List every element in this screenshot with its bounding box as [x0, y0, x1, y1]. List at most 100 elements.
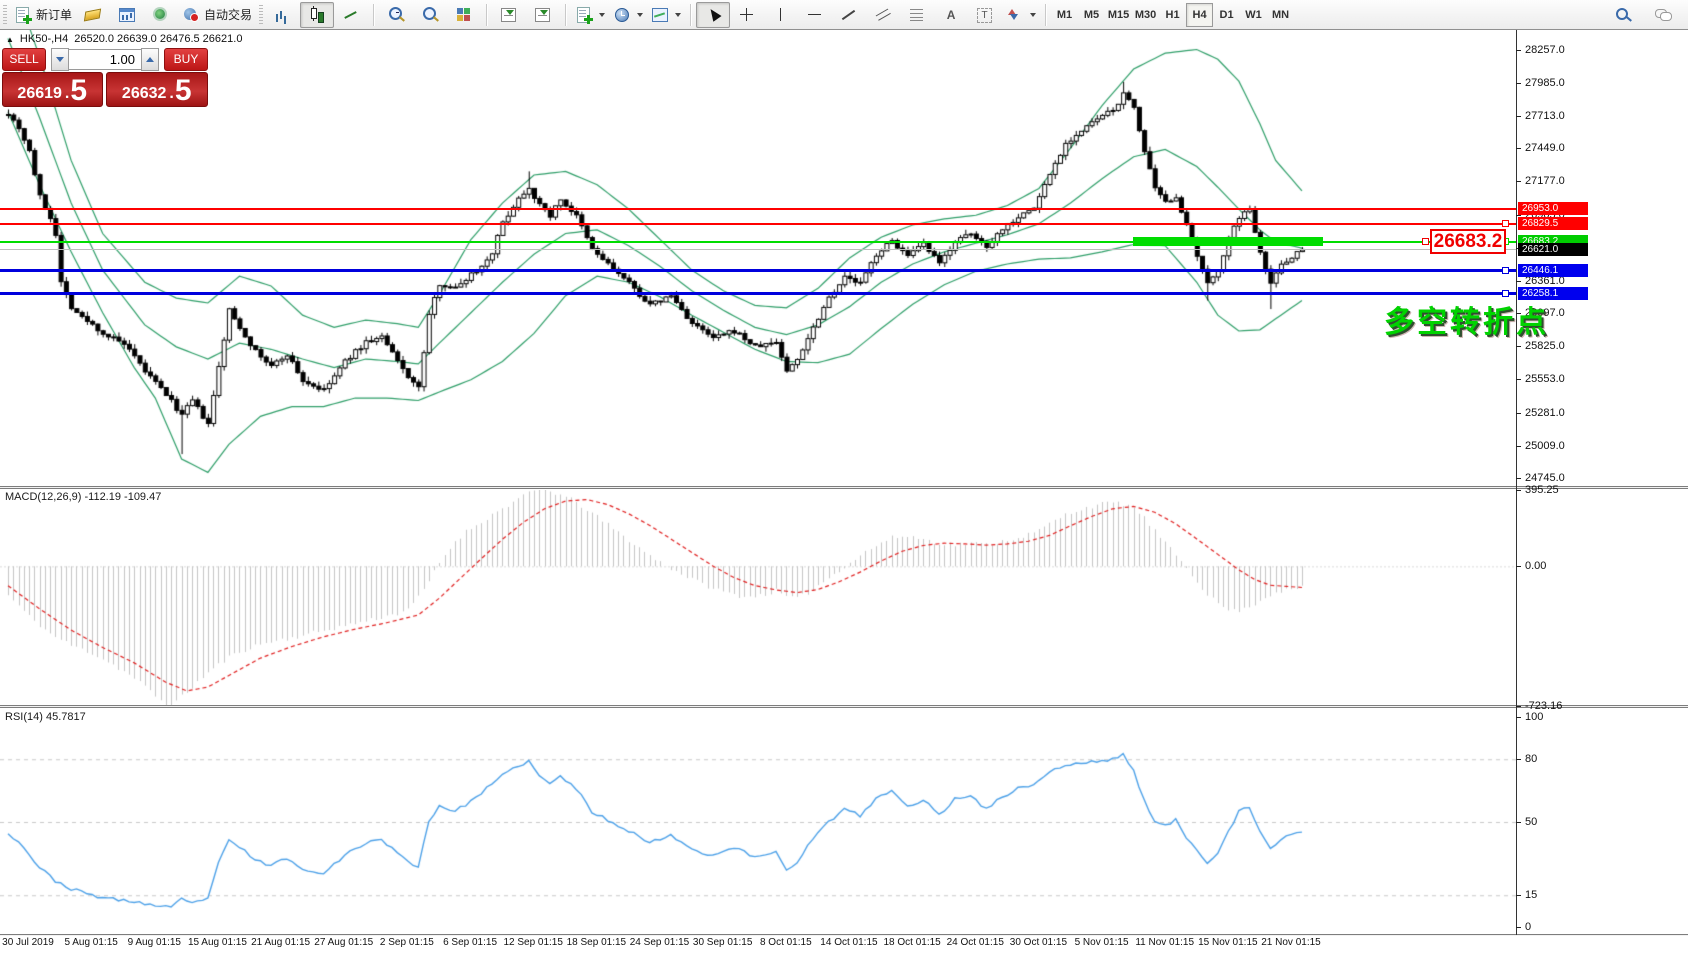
pane-separator[interactable] — [0, 705, 1688, 708]
buy-button[interactable]: BUY — [164, 48, 208, 71]
toolbar-separator — [1045, 4, 1046, 26]
fibonacci-icon — [908, 6, 926, 24]
pane-separator[interactable] — [0, 486, 1688, 489]
candlestick-mode-button[interactable] — [300, 2, 334, 28]
horizontal-line-tool-button[interactable] — [798, 2, 832, 28]
toolbar-separator — [690, 4, 691, 26]
axis-tick-label: 27985.0 — [1525, 77, 1565, 89]
bar-chart-mode-button[interactable] — [266, 2, 300, 28]
macd-indicator-pane[interactable] — [0, 490, 1516, 706]
horizontal-line-object[interactable] — [0, 292, 1516, 295]
crosshair-icon — [738, 6, 756, 24]
time-axis-label: 24 Sep 01:15 — [630, 937, 690, 948]
crosshair-tool-button[interactable] — [730, 2, 764, 28]
callout-endpoint-marker[interactable] — [1422, 238, 1429, 245]
add-indicator-button[interactable] — [571, 2, 609, 28]
horizontal-line-object[interactable] — [0, 223, 1516, 225]
auto-trading-button[interactable]: 自动交易 — [178, 2, 256, 28]
search-button[interactable] — [1606, 2, 1640, 28]
time-axis-label: 24 Oct 01:15 — [947, 937, 1004, 948]
time-axis-label: 21 Aug 01:15 — [251, 937, 310, 948]
time-axis-label: 6 Sep 01:15 — [443, 937, 497, 948]
market-watch-button[interactable] — [110, 2, 144, 28]
axis-tick-label: 25009.0 — [1525, 440, 1565, 452]
sell-price-box[interactable]: 26619 . 5 — [2, 72, 103, 107]
vertical-line-tool-button[interactable] — [764, 2, 798, 28]
line-endpoint-marker[interactable] — [1502, 290, 1509, 297]
zoom-in-button[interactable] — [379, 2, 413, 28]
indicator-window-alt-button[interactable] — [526, 2, 560, 28]
axis-tick-label: 24745.0 — [1525, 472, 1565, 484]
chat-button[interactable] — [1646, 2, 1680, 28]
tile-windows-button[interactable] — [447, 2, 481, 28]
signals-button[interactable] — [144, 2, 178, 28]
arrows-tool-button[interactable] — [1002, 2, 1040, 28]
text-tool-button[interactable]: A — [934, 2, 968, 28]
trendline-tool-button[interactable] — [832, 2, 866, 28]
time-axis-label: 2 Sep 01:15 — [380, 937, 434, 948]
line-chart-mode-button[interactable] — [334, 2, 368, 28]
text-label-tool-button[interactable]: T — [968, 2, 1002, 28]
rsi-indicator-pane[interactable] — [0, 709, 1516, 935]
time-axis[interactable]: 30 Jul 20195 Aug 01:159 Aug 01:1515 Aug … — [0, 937, 1688, 954]
time-axis-label: 11 Nov 01:15 — [1135, 937, 1194, 948]
buy-price-box[interactable]: 26632 . 5 — [106, 72, 209, 107]
channel-tool-button[interactable] — [866, 2, 900, 28]
indicator-window-button[interactable] — [492, 2, 526, 28]
sell-button[interactable]: SELL — [2, 48, 46, 71]
line-endpoint-marker[interactable] — [1502, 220, 1509, 227]
price-chart-pane[interactable] — [0, 30, 1516, 487]
cursor-tool-button[interactable] — [696, 2, 730, 28]
horizontal-line-object[interactable] — [0, 208, 1516, 210]
horizontal-line-object[interactable] — [0, 249, 1516, 250]
fibonacci-tool-button[interactable] — [900, 2, 934, 28]
candlestick-icon — [308, 6, 326, 24]
time-axis-label: 8 Oct 01:15 — [760, 937, 812, 948]
time-axis-label: 12 Sep 01:15 — [503, 937, 563, 948]
chart-template-icon — [651, 6, 669, 24]
expand-marker-icon[interactable]: ▲ — [6, 35, 14, 44]
arrows-icon — [1006, 6, 1024, 24]
toolbar-separator — [565, 4, 566, 26]
zoom-out-button[interactable] — [413, 2, 447, 28]
timeframe-m1-button[interactable]: M1 — [1051, 3, 1078, 27]
toolbar-separator — [373, 4, 374, 26]
axis-tick-mark — [1516, 717, 1521, 718]
dropdown-arrow-icon — [599, 13, 605, 17]
new-order-button[interactable]: 新订单 — [10, 2, 76, 28]
chart-window-icon — [118, 6, 136, 24]
axis-tick-mark — [1516, 116, 1521, 117]
axis-tick-label: 50 — [1525, 816, 1537, 828]
chinese-annotation-text[interactable]: 多空转折点 — [1384, 297, 1549, 341]
time-axis-label: 15 Aug 01:15 — [188, 937, 247, 948]
axis-tick-mark — [1516, 181, 1521, 182]
axis-tick-mark — [1516, 566, 1521, 567]
axis-tick-label: 25825.0 — [1525, 340, 1565, 352]
volume-decrease-button[interactable] — [51, 48, 69, 71]
period-button[interactable] — [609, 2, 647, 28]
timeframe-mn-button[interactable]: MN — [1267, 3, 1294, 27]
vertical-line-icon — [772, 6, 790, 24]
price-level-callout[interactable]: 26683.2 — [1430, 229, 1506, 254]
main-toolbar: 新订单 自动交易 — [0, 0, 1688, 30]
line-endpoint-marker[interactable] — [1502, 267, 1509, 274]
axis-tick-mark — [1516, 895, 1521, 896]
rsi-name: RSI(14) — [5, 711, 43, 723]
timeframe-d1-button[interactable]: D1 — [1213, 3, 1240, 27]
timeframe-h4-button[interactable]: H4 — [1186, 3, 1213, 27]
volume-input[interactable] — [69, 49, 141, 70]
eraser-button[interactable] — [76, 2, 110, 28]
buy-price-dot: . — [169, 83, 173, 105]
template-button[interactable] — [647, 2, 685, 28]
timeframe-h1-button[interactable]: H1 — [1159, 3, 1186, 27]
volume-increase-button[interactable] — [141, 48, 159, 71]
timeframe-m15-button[interactable]: M15 — [1105, 3, 1132, 27]
timeframe-w1-button[interactable]: W1 — [1240, 3, 1267, 27]
axis-tick-mark — [1516, 759, 1521, 760]
trendline-icon — [840, 6, 858, 24]
thick-line-segment[interactable] — [1133, 237, 1323, 246]
timeframe-m30-button[interactable]: M30 — [1132, 3, 1159, 27]
horizontal-line-object[interactable] — [0, 269, 1516, 272]
timeframe-m5-button[interactable]: M5 — [1078, 3, 1105, 27]
axis-tick-mark — [1516, 413, 1521, 414]
